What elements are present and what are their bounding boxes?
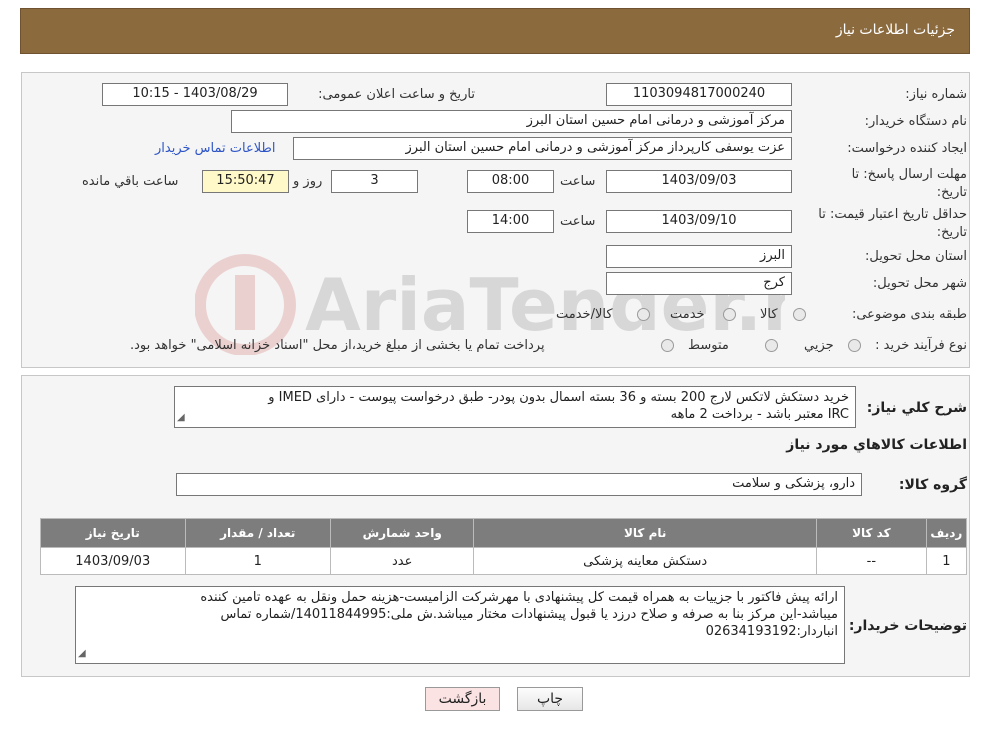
summary-textarea[interactable]: خرید دستکش لاتکس لارج 200 بسته و 36 بسته… [174,386,856,428]
items-section-title: اطلاعات کالاهاي مورد نياز [786,437,967,453]
buyer-contact-link[interactable]: اطلاعات تماس خریدار [155,141,275,156]
process-option-medium: متوسط [688,338,729,353]
summary-line-1: خرید دستکش لاتکس لارج 200 بسته و 36 بسته… [268,390,849,405]
remaining-days-field: 3 [331,170,418,193]
creator-field: عزت یوسفی کارپرداز مرکز آموزشی و درمانی … [293,137,792,160]
item-group-label: گروه کالا: [898,477,967,493]
cell-item-name: دستکش معاینه پزشکی [473,547,817,575]
process-radio-medium[interactable] [765,339,778,352]
category-option-service: خدمت [670,307,705,322]
buyer-notes-line-1: ارائه پیش فاکتور با جزییات به همراه قیمت… [200,590,838,605]
category-label: طبقه بندی موضوعی: [851,307,967,322]
city-label: شهر محل تحویل: [872,276,967,291]
category-option-goods: کالا [760,307,778,322]
category-radio-goods[interactable] [793,308,806,321]
cell-unit: عدد [330,547,475,575]
process-option-minor: جزيي [804,338,834,353]
summary-label: شرح کلي نياز: [866,400,967,416]
col-row-number: رديف [925,518,968,548]
city-field: کرج [606,272,792,295]
province-label: استان محل تحویل: [865,249,967,264]
back-button[interactable]: بازگشت [425,687,500,711]
validity-time-field: 14:00 [467,210,554,233]
buyer-org-label: نام دستگاه خریدار: [864,114,967,129]
cell-quantity: 1 [184,547,332,575]
resize-grip-icon[interactable]: ◢ [78,645,86,662]
category-radio-service[interactable] [723,308,736,321]
cell-need-date: 1403/09/03 [40,547,186,575]
remaining-time-field: 15:50:47 [202,170,289,193]
process-radio-treasury[interactable] [661,339,674,352]
summary-line-2: IRC معتبر باشد - برداخت 2 ماهه [670,407,849,422]
validity-date-field: 1403/09/10 [606,210,792,233]
buyer-org-field: مرکز آموزشی و درمانی امام حسین استان الب… [231,110,792,133]
item-group-field: دارو، پزشکی و سلامت [176,473,862,496]
print-button[interactable]: چاپ [517,687,583,711]
process-radio-minor[interactable] [848,339,861,352]
creator-label: ایجاد کننده درخواست: [847,141,967,156]
deadline-label: مهلت ارسال پاسخ: تا تاریخ: [851,167,967,200]
announce-datetime-field: 1403/08/29 - 10:15 [102,83,288,106]
table-header-row: رديف کد کالا نام کالا واحد شمارش تعداد /… [40,518,968,548]
process-label: نوع فرآیند خرید : [875,338,967,353]
items-table: رديف کد کالا نام کالا واحد شمارش تعداد /… [40,518,968,575]
announce-label: تاریخ و ساعت اعلان عمومی: [318,87,475,102]
buyer-notes-line-3: انباردار:02634193192 [705,624,838,639]
category-radio-both[interactable] [637,308,650,321]
validity-label: حداقل تاریخ اعتبار قیمت: تا تاریخ: [818,207,967,240]
validity-time-label: ساعت [560,214,596,229]
need-number-field: 1103094817000240 [606,83,792,106]
buyer-notes-textarea[interactable]: ارائه پیش فاکتور با جزییات به همراه قیمت… [75,586,845,664]
remaining-label: ساعت باقي مانده [82,174,179,189]
category-option-both: کالا/خدمت [556,307,613,322]
province-field: البرز [606,245,792,268]
deadline-time-label: ساعت [560,174,596,189]
cell-row-number: 1 [925,547,968,575]
table-row: 1 -- دستکش معاینه پزشکی عدد 1 1403/09/03 [40,547,968,575]
col-quantity: تعداد / مقدار [184,518,332,548]
page-header: جزئیات اطلاعات نیاز [20,8,970,54]
process-note: پرداخت تمام یا بخشی از مبلغ خرید،از محل … [130,338,545,353]
cell-item-code: -- [815,547,927,575]
deadline-date-field: 1403/09/03 [606,170,792,193]
need-number-label: شماره نیاز: [905,87,967,102]
days-label: روز و [293,174,323,189]
col-item-name: نام کالا [473,518,817,548]
resize-grip-icon[interactable]: ◢ [177,409,185,426]
deadline-time-field: 08:00 [467,170,554,193]
col-unit: واحد شمارش [330,518,475,548]
col-need-date: تاریخ نیاز [40,518,186,548]
col-item-code: کد کالا [815,518,927,548]
buyer-notes-label: توضیحات خریدار: [848,618,967,634]
buyer-notes-line-2: میباشد-این مرکز بنا به صرفه و صلاح درزد … [220,607,838,622]
page-title: جزئیات اطلاعات نیاز [835,22,955,38]
